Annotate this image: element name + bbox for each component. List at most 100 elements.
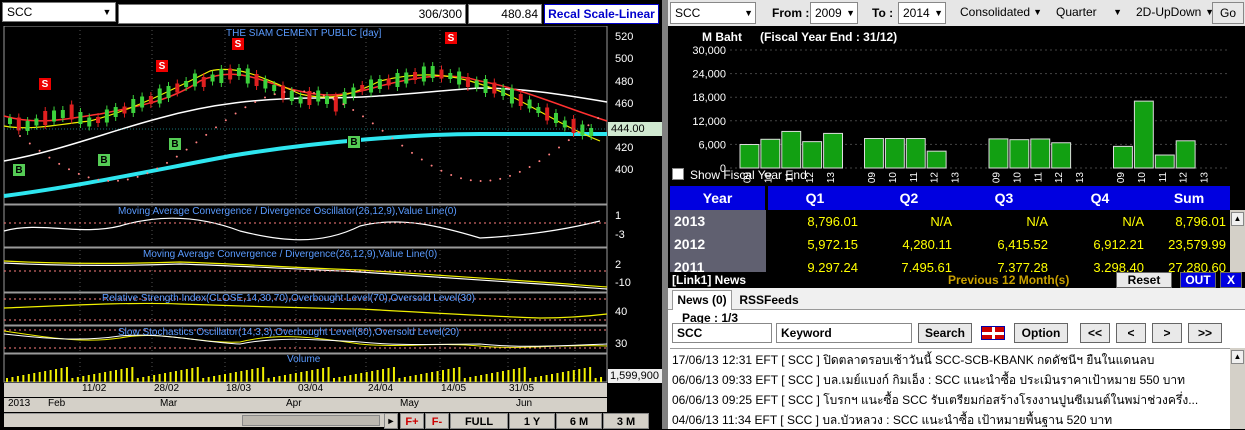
- news-item[interactable]: 17/06/13 12:31 EFT [ SCC ] ปิดตลาดรอบเช้…: [672, 350, 1210, 370]
- three-month-button[interactable]: 3 M: [603, 413, 649, 429]
- chart-bar[interactable]: [884, 138, 905, 169]
- chart-bar[interactable]: [1133, 100, 1154, 169]
- sell-signal-icon[interactable]: S: [231, 37, 245, 51]
- psar-dot: [264, 96, 266, 99]
- psar-dot: [322, 94, 325, 97]
- sell-signal-icon[interactable]: S: [155, 59, 169, 73]
- chart-scrollbar[interactable]: [4, 413, 384, 427]
- sell-signal-icon[interactable]: S: [444, 31, 458, 45]
- chart-bar[interactable]: [781, 130, 802, 169]
- volume-bar: [213, 376, 216, 382]
- chart-bar[interactable]: [1113, 145, 1133, 169]
- psar-dot: [411, 151, 413, 154]
- full-range-button[interactable]: FULL: [450, 413, 508, 429]
- buy-signal-icon[interactable]: B: [168, 137, 182, 151]
- news-item[interactable]: 04/06/13 11:34 EFT [ SCC ] บล.บัวหลวง : …: [672, 410, 1210, 430]
- chevron-down-icon[interactable]: ▼: [934, 3, 943, 23]
- chart-symbol-select[interactable]: SCC ▼: [2, 2, 116, 22]
- to-year-select[interactable]: 2014 ▼: [898, 2, 946, 24]
- chart-bar[interactable]: [988, 138, 1009, 169]
- chart-bar[interactable]: [739, 144, 760, 169]
- candle: [289, 91, 294, 101]
- font-decrease-button[interactable]: F-: [425, 413, 449, 429]
- financials-symbol-select[interactable]: SCC ▼: [670, 2, 756, 24]
- chart-x-tick: 12: [930, 172, 941, 184]
- consolidation-select[interactable]: Consolidated ▼: [956, 2, 1044, 24]
- volume-bar: [545, 375, 548, 382]
- chevron-down-icon[interactable]: ▼: [846, 3, 855, 23]
- table-row[interactable]: 2013 8,796.01 N/A N/A N/A 8,796.01: [668, 210, 1230, 233]
- chevron-down-icon[interactable]: ▼: [1113, 2, 1122, 22]
- volume-bar: [289, 374, 292, 382]
- table-row[interactable]: 2012 5,972.15 4,280.11 6,415.52 6,912.21 23,5…: [668, 233, 1230, 256]
- chart-bar[interactable]: [1175, 140, 1196, 169]
- last-page-button[interactable]: >>: [1188, 323, 1222, 343]
- view-select[interactable]: 2D-UpDown ▼: [1132, 2, 1216, 24]
- search-button[interactable]: Search: [918, 323, 972, 343]
- chart-bar[interactable]: [1154, 154, 1175, 169]
- tab-news[interactable]: News (0): [672, 290, 732, 310]
- news-item[interactable]: 06/06/13 09:25 EFT [ SCC ] โบรกฯ แนะซื้อ…: [672, 390, 1210, 410]
- chart-bar[interactable]: [1051, 142, 1072, 169]
- chevron-down-icon[interactable]: ▼: [1033, 2, 1042, 22]
- chart-x-tick: 11: [909, 172, 920, 183]
- tab-rss-feeds[interactable]: RSSFeeds: [736, 291, 802, 309]
- candle: [131, 99, 136, 113]
- one-year-button[interactable]: 1 Y: [509, 413, 555, 429]
- next-page-button[interactable]: >: [1152, 323, 1182, 343]
- chart-bar[interactable]: [760, 138, 781, 169]
- chevron-down-icon[interactable]: ▼: [744, 3, 753, 23]
- chevron-down-icon[interactable]: ▼: [101, 5, 113, 19]
- close-icon[interactable]: X: [1220, 272, 1242, 288]
- volume-bar: [109, 371, 112, 382]
- first-page-button[interactable]: <<: [1080, 323, 1110, 343]
- language-flag-icon[interactable]: [981, 326, 1005, 340]
- chart-bar[interactable]: [1030, 138, 1051, 169]
- chart-bar[interactable]: [905, 138, 926, 169]
- keyword-field[interactable]: Keyword: [776, 323, 912, 343]
- chart-bar[interactable]: [823, 132, 844, 169]
- scroll-up-icon[interactable]: ▲: [1231, 212, 1244, 226]
- scroll-up-icon[interactable]: ▲: [1231, 350, 1244, 364]
- volume-bar: [251, 369, 254, 382]
- table-scrollbar[interactable]: ▲: [1230, 210, 1245, 272]
- candle: [316, 90, 321, 102]
- font-increase-button[interactable]: F+: [400, 413, 424, 429]
- chart-bar[interactable]: [802, 141, 823, 169]
- go-button[interactable]: Go: [1212, 2, 1244, 24]
- scroll-right-icon[interactable]: ►: [384, 413, 398, 429]
- scrollbar-thumb[interactable]: [242, 415, 380, 426]
- news-symbol-field[interactable]: SCC: [672, 323, 772, 343]
- volume-bar: [338, 377, 341, 382]
- volume-bar: [518, 368, 521, 382]
- candle: [272, 85, 277, 91]
- period-select[interactable]: Quarter ▼: [1052, 2, 1124, 24]
- previous-period-label: Previous 12 Month(s): [948, 273, 1070, 287]
- news-item[interactable]: 06/06/13 09:33 EFT [ SCC ] บล.เมย์แบงก์ …: [672, 370, 1210, 390]
- psar-dot: [509, 174, 511, 177]
- volume-bar: [420, 374, 423, 382]
- option-button[interactable]: Option: [1014, 323, 1068, 343]
- reset-button[interactable]: Reset: [1116, 272, 1172, 288]
- show-fiscal-checkbox[interactable]: [672, 168, 684, 180]
- buy-signal-icon[interactable]: B: [97, 153, 111, 167]
- volume-bar: [469, 377, 472, 382]
- news-scrollbar[interactable]: ▲: [1230, 348, 1245, 429]
- out-button[interactable]: OUT: [1180, 272, 1216, 288]
- psar-dot: [362, 115, 364, 118]
- buy-signal-icon[interactable]: B: [12, 163, 26, 177]
- sell-signal-icon[interactable]: S: [38, 77, 52, 91]
- recal-scale-button[interactable]: Recal Scale-Linear: [544, 4, 659, 24]
- chart-bar[interactable]: [926, 150, 947, 169]
- six-month-button[interactable]: 6 M: [556, 413, 602, 429]
- from-year-select[interactable]: 2009 ▼: [810, 2, 858, 24]
- chart-canvas[interactable]: [0, 26, 666, 414]
- candle: [430, 66, 435, 78]
- price-axis-label: 420: [615, 142, 634, 154]
- buy-signal-icon[interactable]: B: [347, 135, 361, 149]
- chart-bar[interactable]: [864, 138, 884, 169]
- volume-bar: [300, 372, 303, 382]
- chart-bar[interactable]: [1009, 139, 1030, 169]
- prev-page-button[interactable]: <: [1116, 323, 1146, 343]
- candle: [333, 96, 338, 112]
